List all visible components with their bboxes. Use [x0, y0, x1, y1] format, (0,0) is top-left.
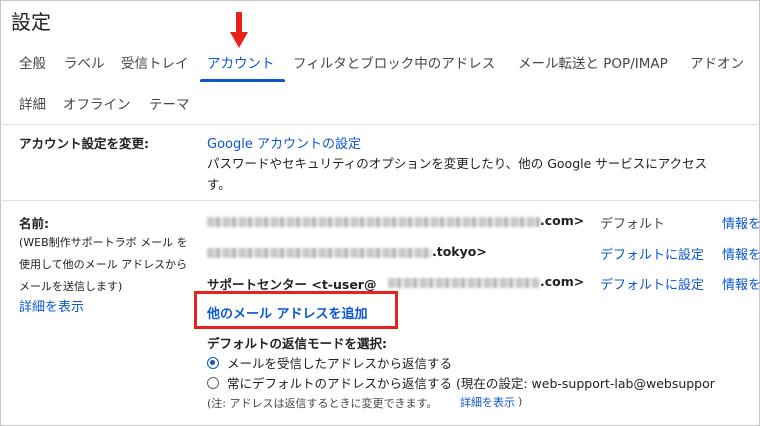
- page-title: 設定: [11, 10, 51, 34]
- tab-inbox[interactable]: 受信トレイ: [121, 52, 189, 72]
- highlight-box-annotation: [194, 291, 398, 329]
- send-as-label: 名前:: [19, 216, 49, 231]
- tab-advanced[interactable]: 詳細: [19, 93, 46, 113]
- section-divider: [0, 124, 760, 125]
- send-as-description: メールを送信します): [19, 280, 123, 293]
- tab-themes[interactable]: テーマ: [149, 93, 190, 113]
- address-suffix: .tokyo>: [432, 244, 487, 259]
- red-arrow-annotation: [230, 12, 248, 48]
- reply-mode-note: (注: アドレスは返信するときに変更できます。: [207, 397, 438, 410]
- section-divider: [0, 200, 760, 201]
- redacted-address: [207, 248, 432, 258]
- tab-general[interactable]: 全般: [19, 52, 46, 72]
- edit-info-link[interactable]: 情報を: [722, 213, 760, 232]
- tab-offline[interactable]: オフライン: [63, 93, 131, 113]
- reply-mode-details-link[interactable]: 詳細を表示: [460, 394, 515, 410]
- redacted-address: [388, 278, 540, 288]
- reply-from-default-radio[interactable]: [207, 377, 219, 389]
- account-settings-description-end: す。: [207, 177, 231, 192]
- send-as-description: (WEB制作サポートラボ メール を: [19, 236, 188, 249]
- tab-labels[interactable]: ラベル: [64, 52, 105, 72]
- reply-from-received-label[interactable]: メールを受信したアドレスから返信する: [227, 353, 452, 372]
- google-account-settings-link[interactable]: Google アカウントの設定: [207, 133, 361, 152]
- make-default-link[interactable]: デフォルトに設定: [600, 244, 704, 263]
- send-as-details-link[interactable]: 詳細を表示: [19, 296, 84, 315]
- tab-forwarding[interactable]: メール転送と POP/IMAP: [518, 52, 668, 72]
- active-tab-indicator: [200, 79, 285, 82]
- redacted-address: [207, 217, 540, 227]
- address-suffix: .com>: [540, 213, 585, 228]
- account-settings-label: アカウント設定を変更:: [19, 136, 149, 151]
- address-suffix: .com>: [540, 274, 585, 289]
- default-status: デフォルト: [600, 217, 666, 232]
- reply-mode-note-end: ): [518, 395, 523, 408]
- make-default-link[interactable]: デフォルトに設定: [600, 274, 704, 293]
- edit-info-link[interactable]: 情報を: [722, 244, 760, 263]
- edit-info-link[interactable]: 情報を: [722, 274, 760, 293]
- tab-addons[interactable]: アドオン: [690, 52, 744, 72]
- reply-from-default-label[interactable]: 常にデフォルトのアドレスから返信する (現在の設定: web-support-l…: [227, 373, 715, 392]
- tab-accounts[interactable]: アカウント: [207, 52, 275, 72]
- reply-from-received-radio[interactable]: [207, 357, 219, 369]
- account-settings-description: パスワードやセキュリティのオプションを変更したり、他の Google サービスに…: [207, 156, 708, 171]
- tab-filters[interactable]: フィルタとブロック中のアドレス: [293, 52, 495, 72]
- send-as-description: 使用して他のメール アドレスから: [19, 258, 188, 271]
- reply-mode-heading: デフォルトの返信モードを選択:: [207, 336, 387, 351]
